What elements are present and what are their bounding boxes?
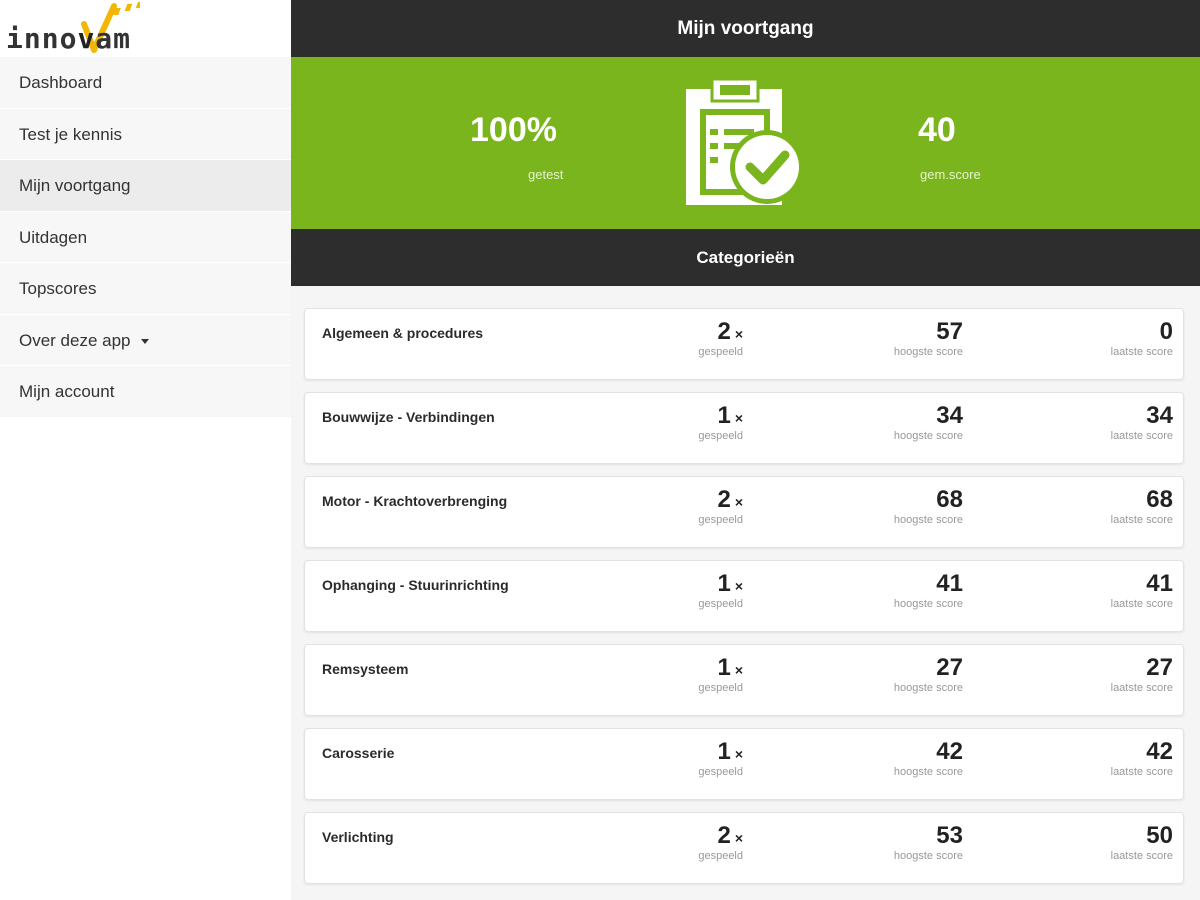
average-score: 40 [918,111,956,149]
clipboard-check-icon [686,79,804,205]
sidebar-item-label: Mijn account [19,382,115,401]
highest-score: 42 hoogste score [893,738,963,779]
sidebar-item-label: Test je kennis [19,124,122,144]
category-name: Verlichting [322,829,394,845]
last-score: 0 laatste score [1110,318,1173,359]
sidebar-item-label: Dashboard [19,73,103,92]
sidebar-item-dashboard[interactable]: Dashboard [0,57,291,109]
played-count: 2 × gespeeld [698,822,743,863]
category-card[interactable]: Bouwwijze - Verbindingen 1 × gespeeld 34 ho… [304,392,1184,464]
sidebar-item-uitdagen[interactable]: Uitdagen [0,211,291,263]
played-count: 1 × gespeeld [698,402,743,443]
played-count: 1 × gespeeld [698,570,743,611]
last-score: 50 laatste score [1110,822,1173,863]
average-score-label: gem.score [920,167,981,182]
categories-header: Categorieën [291,229,1200,286]
played-count: 2 × gespeeld [698,486,743,527]
sidebar-item-label: Topscores [19,279,97,298]
category-name: Carosserie [322,745,395,761]
sidebar-item-topscores[interactable]: Topscores [0,263,291,315]
sidebar-item-over-deze-app[interactable]: Over deze app [0,314,291,366]
category-card[interactable]: Carosserie 1 × gespeeld 42 hoogste score 42… [304,728,1184,800]
category-name: Bouwwijze - Verbindingen [322,409,495,425]
played-count: 1 × gespeeld [698,654,743,695]
sidebar-item-label: Mijn voortgang [19,176,131,195]
last-score: 42 laatste score [1110,738,1173,779]
category-card[interactable]: Motor - Krachtoverbrenging 2 × gespeeld 68… [304,476,1184,548]
category-name: Remsysteem [322,661,409,677]
sidebar-item-test-je-kennis[interactable]: Test je kennis [0,108,291,160]
category-card[interactable]: Algemeen & procedures 2 × gespeeld 57 hoogs… [304,308,1184,380]
tested-percentage: 100% [470,111,557,149]
top-bar: innovam Mijn voortgang [0,0,1200,57]
page-title: Mijn voortgang [677,18,814,39]
highest-score: 68 hoogste score [893,486,963,527]
category-card[interactable]: Remsysteem 1 × gespeeld 27 hoogste score 27… [304,644,1184,716]
category-name: Algemeen & procedures [322,325,484,341]
sidebar-item-mijn-voortgang[interactable]: Mijn voortgang [0,160,291,212]
sidebar-item-mijn-account[interactable]: Mijn account [0,366,291,418]
logo[interactable]: innovam [0,0,291,57]
category-card[interactable]: Ophanging - Stuurinrichting 1 × gespeeld 4… [304,560,1184,632]
played-count: 1 × gespeeld [698,738,743,779]
highest-score: 41 hoogste score [893,570,963,611]
sidebar-item-label: Uitdagen [19,227,88,247]
last-score: 34 laatste score [1110,402,1173,443]
highest-score: 53 hoogste score [893,822,963,863]
logo-text: innovam [6,22,132,55]
highest-score: 34 hoogste score [893,402,963,443]
category-list: Algemeen & procedures 2 × gespeeld 57 hoogs… [291,286,1200,900]
highest-score: 27 hoogste score [893,654,963,695]
sidebar: Dashboard Test je kennis Mijn voortgang … [0,57,291,418]
sidebar-item-label: Over deze app [19,330,131,350]
tested-label: getest [528,167,564,182]
progress-summary: 100% getest 40 gem.score [291,57,1200,229]
category-card[interactable]: Verlichting 2 × gespeeld 53 hoogste score 5… [304,812,1184,884]
category-name: Ophanging - Stuurinrichting [322,577,509,593]
caret-down-icon [140,338,149,344]
highest-score: 57 hoogste score [893,318,963,359]
last-score: 41 laatste score [1110,570,1173,611]
played-count: 2 × gespeeld [698,318,743,359]
category-name: Motor - Krachtoverbrenging [322,493,508,509]
last-score: 27 laatste score [1110,654,1173,695]
last-score: 68 laatste score [1110,486,1173,527]
